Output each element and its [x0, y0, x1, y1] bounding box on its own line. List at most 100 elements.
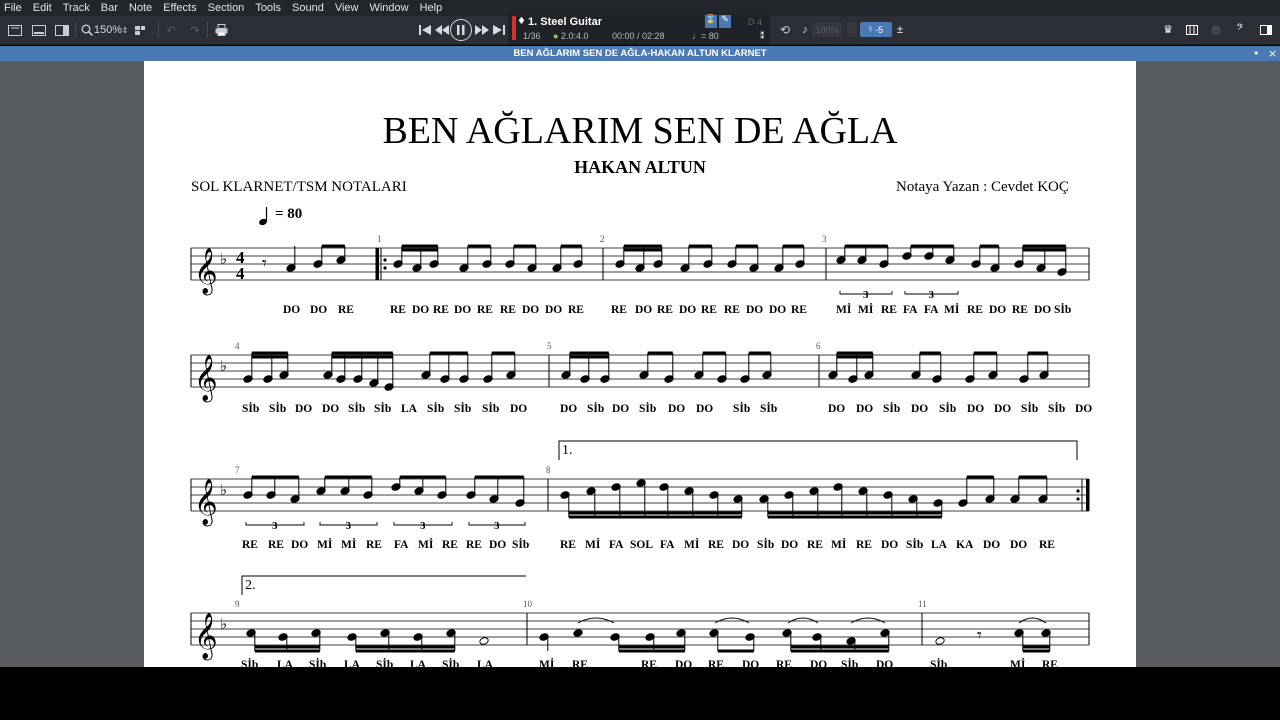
lyric-syllable: DO — [810, 659, 828, 667]
lyric-syllable: Sİb — [939, 403, 957, 415]
zoom-value[interactable]: 150% — [93, 21, 123, 39]
close-tab-icon[interactable]: × — [1268, 47, 1277, 60]
transpose-stepper-icon[interactable]: ± — [895, 22, 905, 37]
track-display[interactable]: ♦ 1. Steel Guitar 1/36 ● 2.0:4.0 00:00 /… — [508, 14, 770, 44]
menu-bar[interactable]: Bar — [101, 2, 118, 14]
score-tab-title[interactable]: BEN AĞLARIM SEN DE AĞLA-HAKAN ALTUN KLAR… — [513, 48, 766, 59]
volume-note-icon[interactable]: ♪ — [800, 22, 810, 37]
play-pause-button[interactable] — [450, 19, 472, 41]
note-head — [479, 637, 489, 645]
lyric-syllable: RE — [856, 539, 872, 551]
tuplet-number: 3 — [494, 520, 500, 532]
lyric-syllable: RE — [466, 539, 482, 551]
menu-help[interactable]: Help — [420, 2, 443, 14]
bar-number: 3 — [822, 234, 827, 244]
lyric-syllable: RE — [641, 659, 657, 667]
lyric-syllable: Sİb — [1048, 403, 1066, 415]
lyric-syllable: Sİb — [376, 659, 394, 667]
score-tab-bar: BEN AĞLARIM SEN DE AĞLA-HAKAN ALTUN KLAR… — [0, 46, 1280, 61]
hourglass-icon[interactable]: ⌛ — [705, 15, 717, 28]
lyric-syllable: RE — [477, 304, 493, 316]
lyric-syllable: DO — [612, 403, 630, 415]
metronome-icon[interactable]: ⁑ — [760, 31, 765, 42]
lyric-syllable: Mİ — [944, 304, 960, 316]
lyric-syllable: RE — [572, 659, 588, 667]
transpose-control[interactable]: ♮ -5 — [860, 22, 892, 37]
lyric-syllable: Mİ — [317, 539, 333, 551]
lyric-syllable: RE — [724, 304, 740, 316]
menu-window[interactable]: Window — [369, 2, 408, 14]
lyric-syllable: RE — [500, 304, 516, 316]
undo-icon[interactable]: ↶ — [162, 21, 180, 39]
add-tab-icon[interactable]: • — [1253, 47, 1260, 60]
lyric-syllable: RE — [881, 304, 897, 316]
lyric-syllable: RE — [442, 539, 458, 551]
menu-section[interactable]: Section — [208, 2, 245, 14]
layout-screen-icon[interactable] — [30, 21, 48, 39]
print-icon[interactable] — [212, 21, 230, 39]
volta-2-label: 2. — [245, 578, 256, 593]
go-to-start-icon[interactable] — [416, 21, 434, 39]
tie-slur — [577, 617, 615, 624]
repeat-dot — [1076, 489, 1080, 493]
menu-effects[interactable]: Effects — [163, 2, 196, 14]
lyric-syllable: DO — [828, 403, 846, 415]
loop-icon[interactable]: ⟲ — [776, 22, 794, 37]
previous-bar-icon[interactable] — [433, 21, 451, 39]
menu-view[interactable]: View — [335, 2, 359, 14]
lyric-syllable: DO — [560, 403, 578, 415]
lyric-syllable: Sİb — [269, 403, 287, 415]
pause-icon — [457, 25, 465, 35]
lyric-syllable: SOL — [630, 539, 654, 551]
menu-sound[interactable]: Sound — [292, 2, 324, 14]
guitar-view-icon[interactable]: 𝄢 — [1232, 22, 1248, 37]
repeat-start-thick-bar — [376, 248, 379, 280]
lyric-syllable: DO — [881, 539, 899, 551]
lyric-syllable: Mİ — [1010, 659, 1026, 667]
lyric-syllable: DO — [545, 304, 563, 316]
lyric-syllable: Sİb — [930, 659, 948, 667]
volume-slider[interactable] — [847, 22, 857, 37]
treble-clef-icon: 𝄞 — [194, 355, 218, 403]
bar-position: 1/36 — [523, 31, 541, 41]
menu-tools[interactable]: Tools — [255, 2, 281, 14]
repeat-dot — [383, 258, 387, 262]
lyric-syllable: Sİb — [733, 403, 751, 415]
eighth-rest-icon: 𝄾 — [977, 625, 982, 645]
guitar-icon: ♦ — [517, 16, 526, 27]
notation-svg: 𝄞 ♭ 44𝄞 ♭𝄞 ♭𝄞 ♭𝄾3 33 3 3 3𝄾 — [190, 244, 1090, 661]
menu-track[interactable]: Track — [63, 2, 90, 14]
volume-value[interactable]: 100% — [812, 22, 842, 37]
lyric-syllable: DO — [746, 304, 764, 316]
redo-icon[interactable]: ↷ — [186, 21, 204, 39]
menu-file[interactable]: File — [4, 2, 22, 14]
lyric-syllable: DO — [510, 403, 528, 415]
tie-slur — [714, 617, 750, 624]
layout-page-icon[interactable] — [6, 21, 24, 39]
lyric-syllable: RE — [611, 304, 627, 316]
lyric-syllable: RE — [791, 304, 807, 316]
time-signature-readout: 2.0:4.0 — [561, 31, 589, 41]
lyric-syllable: FA — [924, 304, 939, 316]
lyric-syllable: DO — [454, 304, 472, 316]
layout-panel-icon[interactable] — [53, 21, 71, 39]
instrument-view-icon[interactable]: ♛ — [1160, 22, 1176, 37]
menu-edit[interactable]: Edit — [33, 2, 52, 14]
go-to-end-icon[interactable] — [490, 21, 508, 39]
next-bar-icon[interactable] — [473, 21, 491, 39]
repeat-end-thick-bar — [1086, 479, 1089, 511]
multitrack-icon[interactable] — [133, 21, 151, 39]
piano-icon[interactable] — [1184, 22, 1200, 37]
pen-icon[interactable]: ✎ — [719, 15, 731, 28]
tuplet-number: 3 — [929, 289, 935, 301]
panel-toggle-icon[interactable] — [1258, 22, 1274, 37]
tie-slur — [1018, 617, 1047, 624]
drum-icon[interactable]: ◍ — [1208, 22, 1224, 37]
menu-note[interactable]: Note — [129, 2, 152, 14]
lyric-syllable: Sİb — [374, 403, 392, 415]
tie-slur — [850, 617, 886, 624]
score-page[interactable]: BEN AĞLARIM SEN DE AĞLA HAKAN ALTUN SOL … — [144, 61, 1136, 667]
zoom-stepper-icon[interactable]: ⇕ — [121, 21, 129, 39]
lyric-syllable: RE — [967, 304, 983, 316]
lyric-syllable: Sİb — [241, 659, 259, 667]
